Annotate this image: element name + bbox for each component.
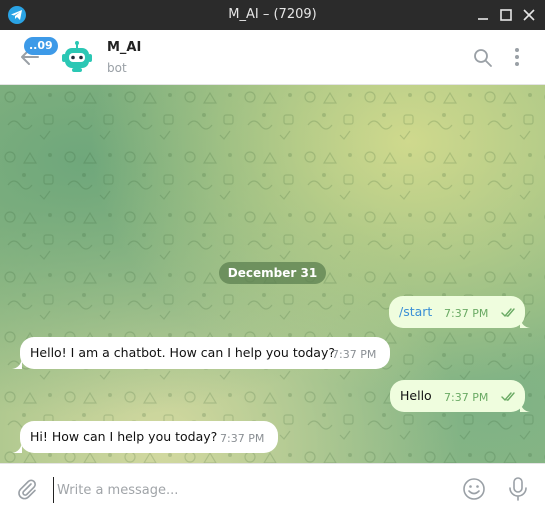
- date-separator: December 31: [219, 262, 326, 284]
- message-incoming[interactable]: Hi! How can I help you today? 7:37 PM: [20, 421, 278, 453]
- unread-badge: ..09: [24, 37, 58, 55]
- bubble-tail: [12, 359, 22, 369]
- chat-title[interactable]: M_AI: [107, 40, 141, 55]
- search-icon[interactable]: [473, 48, 493, 68]
- attach-icon[interactable]: [16, 478, 38, 500]
- maximize-icon[interactable]: [497, 6, 515, 24]
- bot-avatar[interactable]: [60, 40, 94, 74]
- message-outgoing[interactable]: Hello 7:37 PM: [390, 380, 525, 412]
- message-text[interactable]: Hi! How can I help you today?: [30, 421, 217, 453]
- window-title: M_AI – (7209): [228, 7, 317, 22]
- minimize-icon[interactable]: [474, 6, 492, 24]
- double-check-icon: [501, 392, 515, 402]
- message-outgoing[interactable]: /start 7:37 PM: [389, 296, 525, 328]
- bubble-tail: [520, 318, 530, 328]
- bubble-tail: [12, 443, 22, 453]
- message-incoming[interactable]: Hello! I am a chatbot. How can I help yo…: [20, 337, 390, 369]
- chat-header: ..09 M_AI bot: [0, 30, 545, 85]
- message-time: 7:37 PM: [332, 348, 377, 361]
- window-title-bar: M_AI – (7209): [0, 0, 545, 30]
- emoji-icon[interactable]: [462, 477, 486, 501]
- message-composer: [0, 463, 545, 514]
- message-time: 7:37 PM: [444, 391, 489, 404]
- message-time: 7:37 PM: [444, 307, 489, 320]
- message-text[interactable]: /start: [399, 296, 432, 328]
- microphone-icon[interactable]: [508, 477, 528, 501]
- chat-messages-area[interactable]: December 31 /start 7:37 PM Hello! I am a…: [0, 85, 545, 463]
- more-vertical-icon[interactable]: [510, 47, 524, 67]
- message-time: 7:37 PM: [220, 432, 265, 445]
- close-icon[interactable]: [520, 6, 538, 24]
- message-text[interactable]: Hello! I am a chatbot. How can I help yo…: [30, 337, 335, 369]
- message-text[interactable]: Hello: [400, 380, 432, 412]
- message-input[interactable]: [53, 477, 449, 503]
- chat-status: bot: [107, 61, 127, 75]
- double-check-icon: [501, 308, 515, 318]
- bubble-tail: [520, 402, 530, 412]
